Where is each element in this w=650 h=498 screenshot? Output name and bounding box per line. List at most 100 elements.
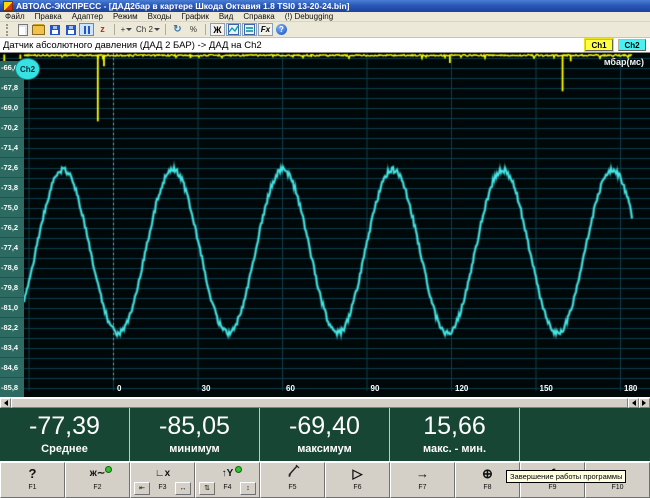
x-tick-label: 30: [202, 384, 211, 393]
toolbar-separator: [205, 24, 206, 35]
x-expand-button[interactable]: ↔: [175, 482, 191, 495]
y-compress-button[interactable]: ⇅: [199, 482, 215, 495]
sleep-mode-button[interactable]: z: [95, 23, 110, 36]
menu-view[interactable]: Вид: [214, 12, 238, 21]
x-tick-label: 60: [286, 384, 295, 393]
left-arrow-icon: [629, 400, 636, 406]
x-compress-button[interactable]: ⇤: [134, 482, 150, 495]
y-tick-label: -76,2: [1, 224, 24, 232]
f3-x-scale-button[interactable]: ∟x F3 ⇤ ↔: [130, 462, 195, 498]
channel-1-button[interactable]: Ch1: [585, 39, 613, 51]
channel-2-button[interactable]: Ch2: [618, 39, 646, 51]
y-axis-icon: ↑Y: [222, 463, 234, 484]
fx-icon: Fx: [261, 25, 270, 34]
y-tick-label: -70,2: [1, 124, 24, 132]
f7-label: F7: [418, 484, 426, 492]
menu-graph[interactable]: График: [177, 12, 214, 21]
y-tick-label: -83,4: [1, 344, 24, 352]
menu-file[interactable]: Файл: [0, 12, 30, 21]
chart-view-toggle[interactable]: [226, 23, 241, 36]
save-all-button[interactable]: [63, 23, 78, 36]
f2-signal-button[interactable]: ж∼ F2: [65, 462, 130, 498]
menu-mode[interactable]: Режим: [108, 12, 143, 21]
f4-y-scale-button[interactable]: ↑Y F4 ⇅ ↕: [195, 462, 260, 498]
f5-clear-button[interactable]: F5: [260, 462, 325, 498]
f1-help-button[interactable]: ? F1: [0, 462, 65, 498]
y-tick-label: -79,8: [1, 284, 24, 292]
pause-icon: [84, 26, 90, 34]
percent-button[interactable]: %: [186, 23, 201, 36]
f1-label: F1: [28, 484, 36, 492]
channel-select-dropdown[interactable]: Ch 2: [135, 23, 161, 36]
f6-play-button[interactable]: ▷ F6: [325, 462, 390, 498]
compress-toggle[interactable]: Ж: [210, 23, 225, 36]
x-tick-label: 120: [455, 384, 468, 393]
menu-inputs[interactable]: Входы: [143, 12, 177, 21]
y-expand-button[interactable]: ↕: [240, 482, 256, 495]
measure-empty: [520, 408, 650, 461]
refresh-icon: ↻: [173, 24, 181, 35]
x-axis-icon: ∟x: [155, 463, 170, 484]
scroll-left-button[interactable]: [0, 398, 11, 408]
toolbar-separator: [165, 24, 166, 35]
open-file-button[interactable]: [31, 23, 46, 36]
cursor-tool-button[interactable]: +: [119, 23, 134, 36]
f2-label: F2: [93, 484, 101, 492]
menu-debugging[interactable]: (!) Debugging: [280, 12, 338, 21]
x-tick-label: 150: [540, 384, 553, 393]
measure-min: -85,05 минимум: [130, 408, 260, 461]
function-toggle[interactable]: Fx: [258, 23, 273, 36]
menu-edit[interactable]: Правка: [30, 12, 67, 21]
f5-label: F5: [288, 484, 296, 492]
scroll-page-left-button[interactable]: [628, 398, 639, 408]
channel-select-label: Ch 2: [136, 25, 153, 34]
crosshair-icon: +: [121, 25, 126, 34]
tooltip: Завершение работы программы: [506, 470, 626, 483]
right-arrow-icon: [642, 400, 649, 406]
f7-forward-button[interactable]: → F7: [390, 462, 455, 498]
save-icon: [50, 25, 60, 35]
help-button[interactable]: ?: [274, 23, 289, 36]
left-arrow-icon: [1, 400, 8, 406]
crosshair-circle-icon: ⊕: [482, 463, 493, 484]
channel-buttons: Ch1 Ch2: [585, 39, 646, 51]
toolbar-grip[interactable]: [6, 24, 11, 36]
window-title: АВТОАС-ЭКСПРЕСС - [ДАД2бар в картере Шко…: [16, 1, 349, 11]
min-label: минимум: [169, 443, 219, 456]
info-bar: Датчик абсолютного давления (ДАД 2 БАР) …: [0, 38, 650, 53]
compress-icon: Ж: [213, 25, 221, 35]
x-tick-label: 90: [371, 384, 380, 393]
ch2-channel-badge[interactable]: Ch2: [15, 58, 40, 80]
function-key-bar: ? F1 ж∼ F2 ∟x F3 ⇤ ↔ ↑Y F4 ⇅ ↕ F5 ▷: [0, 461, 650, 498]
horizontal-scrollbar: [0, 397, 650, 408]
scrollbar-thumb[interactable]: [11, 398, 628, 408]
measure-max: -69,40 максимум: [260, 408, 390, 461]
mean-label: Среднее: [41, 443, 88, 456]
f3-label: F3: [158, 484, 166, 492]
toolbar: z + Ch 2 ↻ % Ж Fx ?: [0, 22, 650, 38]
oscilloscope-plot: -66,6-67,8-69,0-70,2-71,4-72,6-73,8-75,0…: [0, 53, 650, 397]
y-tick-label: -72,6: [1, 164, 24, 172]
scroll-right-button[interactable]: [639, 398, 650, 408]
active-indicator-dot: [105, 466, 112, 473]
title-bar[interactable]: АВТОАС-ЭКСПРЕСС - [ДАД2бар в картере Шко…: [0, 0, 650, 12]
wave-icon: ж∼: [90, 463, 105, 484]
y-tick-label: -84,6: [1, 364, 24, 372]
waveform-canvas[interactable]: [0, 53, 650, 397]
pause-button[interactable]: [79, 23, 94, 36]
new-file-button[interactable]: [15, 23, 30, 36]
f8-label: F8: [483, 484, 491, 492]
max-value: -69,40: [289, 410, 360, 443]
menu-adapter[interactable]: Адаптер: [67, 12, 108, 21]
y-tick-label: -77,4: [1, 244, 24, 252]
toolbar-separator: [114, 24, 115, 35]
signal-view-toggle[interactable]: [242, 23, 257, 36]
f9-label: F9: [548, 484, 556, 492]
f6-label: F6: [353, 484, 361, 492]
question-icon: ?: [29, 463, 37, 484]
auto-scale-button[interactable]: ↻: [170, 23, 185, 36]
dropdown-arrow-icon: [126, 28, 132, 34]
menu-help[interactable]: Справка: [238, 12, 279, 21]
y-tick-label: -73,8: [1, 184, 24, 192]
save-button[interactable]: [47, 23, 62, 36]
